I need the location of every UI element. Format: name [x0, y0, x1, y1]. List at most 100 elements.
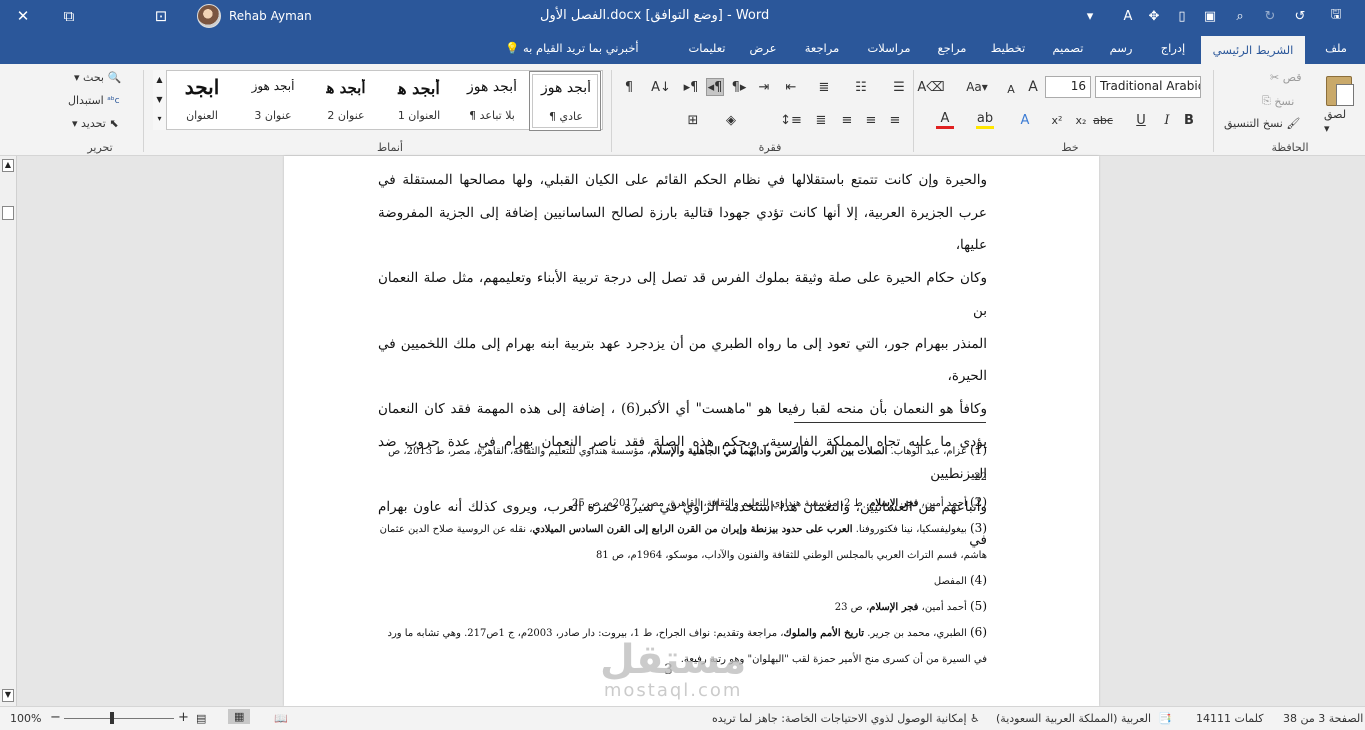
touch-mode-icon[interactable]: ✥	[1144, 6, 1164, 26]
shading-icon[interactable]: ◈	[722, 111, 740, 129]
scroll-down-icon[interactable]: ▼	[2, 689, 14, 702]
paste-button[interactable]	[1322, 70, 1356, 106]
redo-icon[interactable]: ↻	[1260, 6, 1280, 26]
ribbon-display-options-button[interactable]: ⊡	[138, 0, 184, 32]
zoom-in-button[interactable]: +	[178, 710, 189, 725]
print-layout-icon[interactable]: ▦	[228, 709, 251, 724]
tab-insert[interactable]: إدراج	[1150, 32, 1196, 64]
superscript-icon[interactable]: x²	[1048, 111, 1066, 129]
paste-dropdown-icon[interactable]: ▾	[1324, 122, 1330, 135]
tell-me-search[interactable]: 💡 أخبرني بما تريد القيام به	[505, 32, 639, 64]
format-painter-button[interactable]: نسخ التنسيق 🖌	[1224, 117, 1300, 130]
style-heading-2[interactable]: أبجد ﮬ عنوان 2	[310, 71, 382, 131]
ruler-margin-marker[interactable]	[2, 206, 14, 220]
tab-review[interactable]: مراجعة	[796, 32, 848, 64]
ribbon-display-icon: ⊡	[154, 7, 168, 25]
word-count[interactable]: 14111 كلمات	[1196, 712, 1263, 725]
tab-file[interactable]: ملف	[1316, 32, 1356, 64]
style-title[interactable]: ابجد العنوان	[168, 71, 236, 131]
text-effects-icon[interactable]: A	[1016, 111, 1034, 129]
account-button[interactable]: Rehab Ayman	[197, 4, 312, 28]
document-page[interactable]: والحيرة وإن كانت تتمتع باستقلالها في نظا…	[284, 156, 1099, 706]
tab-mailings[interactable]: مراسلات	[858, 32, 920, 64]
read-mode-icon[interactable]: 📖	[274, 712, 288, 725]
group-label-styles: أنماط	[376, 141, 403, 154]
group-label-font: خط	[1061, 141, 1079, 154]
multilevel-list-icon[interactable]: ≣	[815, 78, 833, 96]
sort-icon[interactable]: A↓	[651, 78, 671, 96]
align-right-icon[interactable]: ≡	[886, 111, 904, 129]
shrink-font-icon[interactable]: A	[1002, 80, 1020, 98]
font-name-combo[interactable]: Traditional Arabic	[1095, 76, 1201, 98]
tab-help[interactable]: تعليمات	[684, 32, 730, 64]
save-icon[interactable]: 🖫	[1326, 6, 1346, 26]
clear-formatting-icon[interactable]: A⌫	[917, 78, 944, 96]
tab-view[interactable]: عرض	[740, 32, 786, 64]
borders-icon[interactable]: ⊞	[684, 111, 702, 129]
rtl-direction-icon[interactable]: ◂¶	[706, 78, 724, 96]
save-as-icon[interactable]: ▣	[1200, 6, 1220, 26]
select-button[interactable]: ▾ تحديد ⬉	[72, 117, 119, 130]
find-button[interactable]: ▾ بحث 🔍	[74, 71, 121, 84]
styles-gallery[interactable]: ▲ ▼ ▾ أبجد هوز ¶ عادي أبجد هوز ¶ بلا تبا…	[153, 70, 603, 131]
print-preview-icon[interactable]: ⌕	[1230, 6, 1250, 26]
style-heading-3[interactable]: أبجد هوز عنوان 3	[237, 71, 309, 131]
justify-icon[interactable]: ≣	[812, 111, 830, 129]
grow-font-icon[interactable]: A	[1024, 78, 1042, 96]
align-left-icon[interactable]: ≡	[838, 111, 856, 129]
style-no-spacing[interactable]: أبجد هوز ¶ بلا تباعد	[456, 71, 528, 131]
numbering-icon[interactable]: ☷	[852, 78, 870, 96]
avatar	[197, 4, 221, 28]
tab-layout[interactable]: تخطيط	[984, 32, 1032, 64]
style-heading-1[interactable]: أبجد ﮬ العنوان 1	[383, 71, 455, 131]
show-formatting-icon[interactable]: ¶	[620, 78, 638, 96]
zoom-slider[interactable]	[64, 718, 174, 719]
zoom-level[interactable]: 100%	[10, 712, 41, 725]
strikethrough-icon[interactable]: abc	[1093, 111, 1113, 129]
bold-icon[interactable]: B	[1180, 111, 1198, 129]
styles-scroll[interactable]: ▲ ▼ ▾	[153, 70, 167, 130]
customize-qat-icon[interactable]: ▾	[1080, 6, 1100, 26]
tab-home[interactable]: الشريط الرئيسي	[1201, 36, 1305, 64]
decrease-indent-icon[interactable]: ⇤	[782, 78, 800, 96]
text-direction-icon-ltr[interactable]: ▸¶	[682, 78, 700, 96]
replace-button[interactable]: استبدال ᵃᵇc	[68, 94, 120, 107]
accessibility-status[interactable]: إمكانية الوصول لذوي الاحتياجات الخاصة: ج…	[712, 712, 980, 725]
title-bar: ✕ ⧉ ⊡ Rehab Ayman الفصل الأول.docx [وضع …	[0, 0, 1365, 32]
ribbon-tabs: 💡 أخبرني بما تريد القيام به تعليمات عرض …	[0, 32, 1365, 86]
zoom-out-button[interactable]: −	[50, 710, 61, 725]
highlight-icon[interactable]: ab	[976, 111, 994, 129]
body-line: والحيرة وإن كانت تتمتع باستقلالها في نظا…	[378, 172, 987, 188]
new-document-icon[interactable]: ▯	[1172, 6, 1192, 26]
subscript-icon[interactable]: x₂	[1072, 111, 1090, 129]
ribbon: لصق ▾ ✂ قص ⎘ نسخ نسخ التنسيق 🖌 الحافظة T…	[0, 64, 1365, 156]
change-case-icon[interactable]: Aa▾	[962, 78, 992, 96]
restore-button[interactable]: ⧉	[46, 0, 92, 32]
status-bar: 100% − + ▤ ▦ 📖 إمكانية الوصول لذوي الاحت…	[0, 706, 1365, 730]
font-size-combo[interactable]: 16	[1045, 76, 1091, 98]
close-button[interactable]: ✕	[0, 0, 46, 32]
increase-indent-icon[interactable]: ⇥	[755, 78, 773, 96]
scroll-up-icon[interactable]: ▲	[2, 159, 14, 172]
ltr-direction-icon[interactable]: ¶▸	[730, 78, 748, 96]
zoom-slider-thumb[interactable]	[110, 712, 114, 724]
line-spacing-icon[interactable]: ↕≡	[780, 111, 802, 129]
tab-design[interactable]: تصميم	[1042, 32, 1094, 64]
page-count[interactable]: الصفحة 3 من 38	[1283, 712, 1363, 725]
italic-icon[interactable]: I	[1158, 111, 1176, 129]
font-color-icon[interactable]: A	[936, 111, 954, 129]
group-label-clipboard: الحافظة	[1271, 141, 1309, 154]
cut-button[interactable]: ✂ قص	[1270, 71, 1301, 84]
undo-icon[interactable]: ↺	[1290, 6, 1310, 26]
focus-mode-icon[interactable]: ▤	[196, 712, 206, 725]
tab-draw[interactable]: رسم	[1102, 32, 1140, 64]
bullets-icon[interactable]: ☰	[890, 78, 908, 96]
tab-references[interactable]: مراجع	[930, 32, 974, 64]
style-normal[interactable]: أبجد هوز ¶ عادي	[529, 71, 601, 131]
text-direction-icon[interactable]: A	[1118, 6, 1138, 26]
paste-label[interactable]: لصق	[1324, 108, 1346, 121]
align-center-icon[interactable]: ≡	[862, 111, 880, 129]
copy-button[interactable]: ⎘ نسخ	[1262, 94, 1294, 108]
underline-icon[interactable]: U	[1132, 111, 1150, 129]
language-status[interactable]: العربية (المملكة العربية السعودية) 📑	[996, 712, 1172, 725]
